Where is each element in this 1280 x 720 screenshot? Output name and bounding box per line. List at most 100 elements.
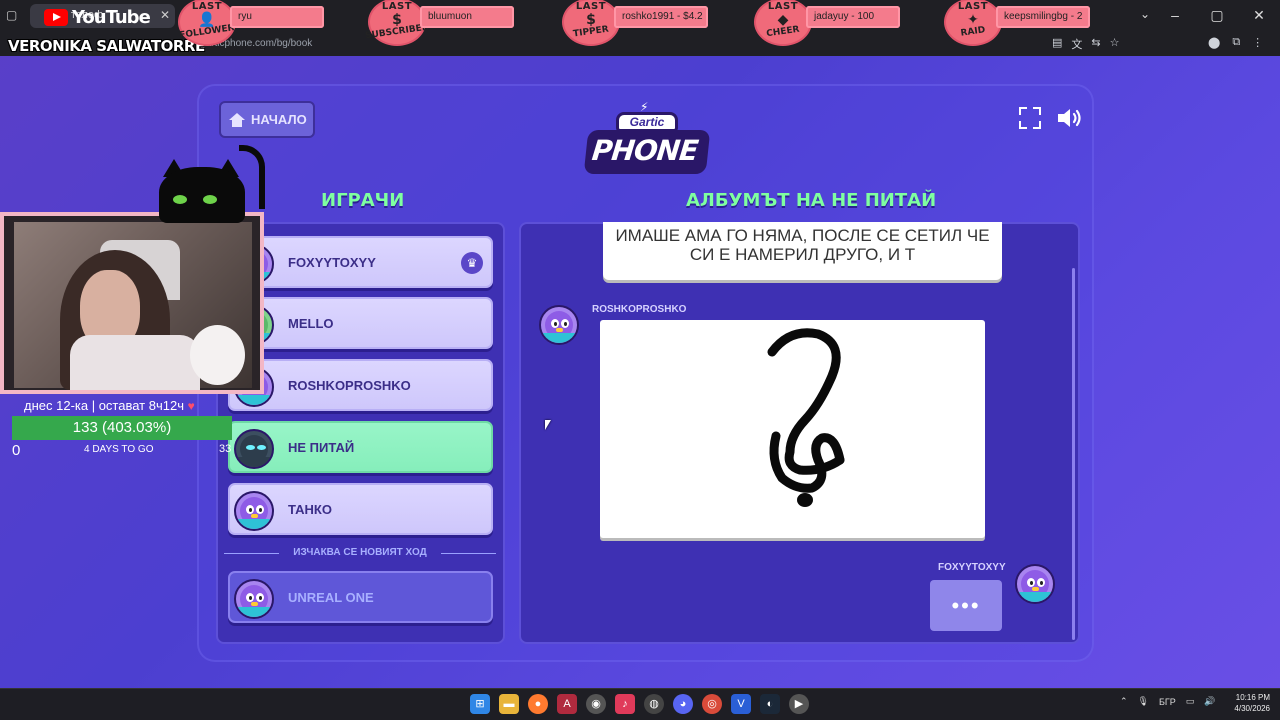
app-icon-a[interactable]: A	[557, 694, 577, 714]
webcam-shirt	[70, 335, 200, 390]
goal-start: 0	[12, 442, 21, 459]
goal-days-left: 4 DAYS TO GO	[84, 444, 154, 455]
steam-icon[interactable]: ◐	[760, 694, 780, 714]
stream-status: днес 12-ка | остават 8ч12ч ♥	[24, 398, 195, 413]
goal-text: 133 (403.03%)	[72, 419, 172, 436]
drawing-card	[600, 320, 985, 538]
avatar	[1015, 564, 1055, 604]
last-value: roshko1991 - $4.2	[614, 6, 708, 28]
webcam-plush	[190, 325, 245, 385]
mouse-cursor-icon	[545, 420, 551, 430]
bookmark-star-icon[interactable]: ☆	[1110, 36, 1120, 52]
home-icon	[229, 112, 245, 127]
reader-icon[interactable]: ▤	[1052, 36, 1062, 52]
firefox-icon[interactable]: ●	[528, 694, 548, 714]
start-icon[interactable]: ⊞	[470, 694, 490, 714]
player-name: НЕ ПИТАЙ	[288, 440, 355, 455]
cat-overlay-icon	[155, 145, 265, 223]
typing-bubble: •••	[930, 580, 1002, 631]
clock[interactable]: 10:16 PM 4/30/2026	[1228, 692, 1270, 714]
next-author-avatar	[1015, 564, 1055, 604]
file-explorer-icon[interactable]: ▬	[499, 694, 519, 714]
player-name: ТАНКО	[288, 502, 332, 517]
speaker-icon[interactable]	[1055, 106, 1083, 130]
close-window-button[interactable]: ✕	[1238, 0, 1280, 30]
chevron-up-icon[interactable]: ⌃	[1120, 696, 1128, 707]
last-badge: LAST 👤 FOLLOWER	[178, 0, 236, 46]
last-label: LAST	[957, 1, 989, 12]
home-button-label: НАЧАЛО	[251, 112, 307, 127]
tiktok-icon[interactable]: ♪	[615, 694, 635, 714]
app-icon-v[interactable]: V	[731, 694, 751, 714]
last-value: keepsmilingbg - 2	[996, 6, 1090, 28]
heart-icon: ♥	[187, 399, 195, 413]
last-value: bluumuon	[420, 6, 514, 28]
chrome-icon[interactable]: ◉	[586, 694, 606, 714]
system-tray: ⌃ 🎙 БГР ▭ 🔊	[1120, 696, 1216, 707]
player-name: MELLO	[288, 316, 334, 331]
player-name: FOXYYTOXYY	[288, 255, 376, 270]
waiting-divider: ИЗЧАКВА СЕ НОВИЯТ ХОД	[224, 546, 496, 560]
fullscreen-icon[interactable]	[1019, 107, 1041, 129]
waiting-player-item: UNREAL ONE	[228, 571, 493, 623]
extensions-puzzle-icon[interactable]: ⧉	[1232, 36, 1240, 49]
last-badge: LAST ✦ RAID	[944, 0, 1002, 46]
toolbar-icons: ⬤ ⧉ ⋮	[1208, 36, 1263, 49]
players-title: ИГРАЧИ	[321, 190, 405, 211]
clock-date: 4/30/2026	[1234, 704, 1270, 713]
waiting-label: ИЗЧАКВА СЕ НОВИЯТ ХОД	[293, 547, 427, 558]
taskbar-apps: ⊞ ▬ ● A ◉ ♪ ◍ ◕ ◎ V ◐ ▶	[470, 694, 809, 714]
logo-main-text: PHONE	[590, 134, 700, 167]
game-top-controls	[1019, 106, 1083, 130]
player-item: FOXYYTOXYY ♛	[228, 236, 493, 288]
discord-icon[interactable]: ◕	[673, 694, 693, 714]
volume-icon[interactable]: 🔊	[1204, 696, 1215, 707]
chevron-down-icon[interactable]: ⌄	[1140, 7, 1150, 21]
app-icon-wave[interactable]: ◍	[644, 694, 664, 714]
gartic-phone-logo: ⚡ Gartic PHONE	[583, 100, 711, 176]
youtube-play-icon	[44, 8, 68, 26]
album-scrollbar[interactable]	[1072, 268, 1075, 640]
album-title: АЛБУМЪТ НА НЕ ПИТАЙ	[686, 190, 937, 211]
logo-top-text: Gartic	[616, 112, 678, 132]
language-indicator[interactable]: БГР	[1159, 697, 1176, 707]
player-item: ТАНКО	[228, 483, 493, 535]
player-item: ROSHKOPROSHKO	[228, 359, 493, 411]
last-value: jadayuy - 100	[806, 6, 900, 28]
menu-icon[interactable]: ⋮	[1252, 36, 1263, 49]
address-bar-icons: ▤ 文 ⇆ ☆	[1052, 36, 1120, 52]
last-badge: LAST $ TIPPER	[562, 0, 620, 46]
tab-actions-icon[interactable]: ▢	[6, 8, 22, 24]
question-mark-drawing	[767, 328, 845, 507]
player-item: MELLO	[228, 297, 493, 349]
maximize-button[interactable]: ▢	[1196, 0, 1238, 30]
translate-page-icon[interactable]: ⇆	[1091, 36, 1100, 52]
last-value: ryu	[230, 6, 324, 28]
minimize-button[interactable]: –	[1154, 0, 1196, 30]
media-play-icon[interactable]: ▶	[789, 694, 809, 714]
microphone-icon[interactable]: 🎙	[1138, 696, 1149, 707]
last-label: LAST	[767, 1, 799, 12]
avatar	[234, 491, 274, 531]
drawing-author-avatar	[539, 305, 579, 345]
logo-main-box: PHONE	[583, 130, 711, 174]
avatar	[539, 305, 579, 345]
app-icon-red[interactable]: ◎	[702, 694, 722, 714]
last-badge: LAST ◆ CHEER	[754, 0, 812, 46]
home-button[interactable]: НАЧАЛО	[219, 101, 315, 138]
clock-time: 10:16 PM	[1235, 693, 1270, 702]
translate-icon[interactable]: 文	[1071, 36, 1082, 52]
last-label: LAST	[381, 1, 413, 12]
youtube-wordmark: YouTube	[72, 6, 151, 28]
monitor-icon[interactable]: ▭	[1186, 696, 1195, 707]
avatar	[234, 579, 274, 619]
stream-status-text: днес 12-ка | остават 8ч12ч	[24, 398, 184, 413]
last-label: LAST	[191, 1, 223, 12]
window-controls: – ▢ ✕	[1154, 0, 1280, 30]
drawing-author-name: ROSHKOPROSHKO	[592, 304, 687, 315]
avatar	[234, 429, 274, 469]
goal-end: 33	[219, 443, 232, 455]
extension-icon[interactable]: ⬤	[1208, 36, 1220, 49]
player-name: ROSHKOPROSHKO	[288, 378, 411, 393]
next-author-name: FOXYYTOXYY	[938, 562, 1006, 573]
